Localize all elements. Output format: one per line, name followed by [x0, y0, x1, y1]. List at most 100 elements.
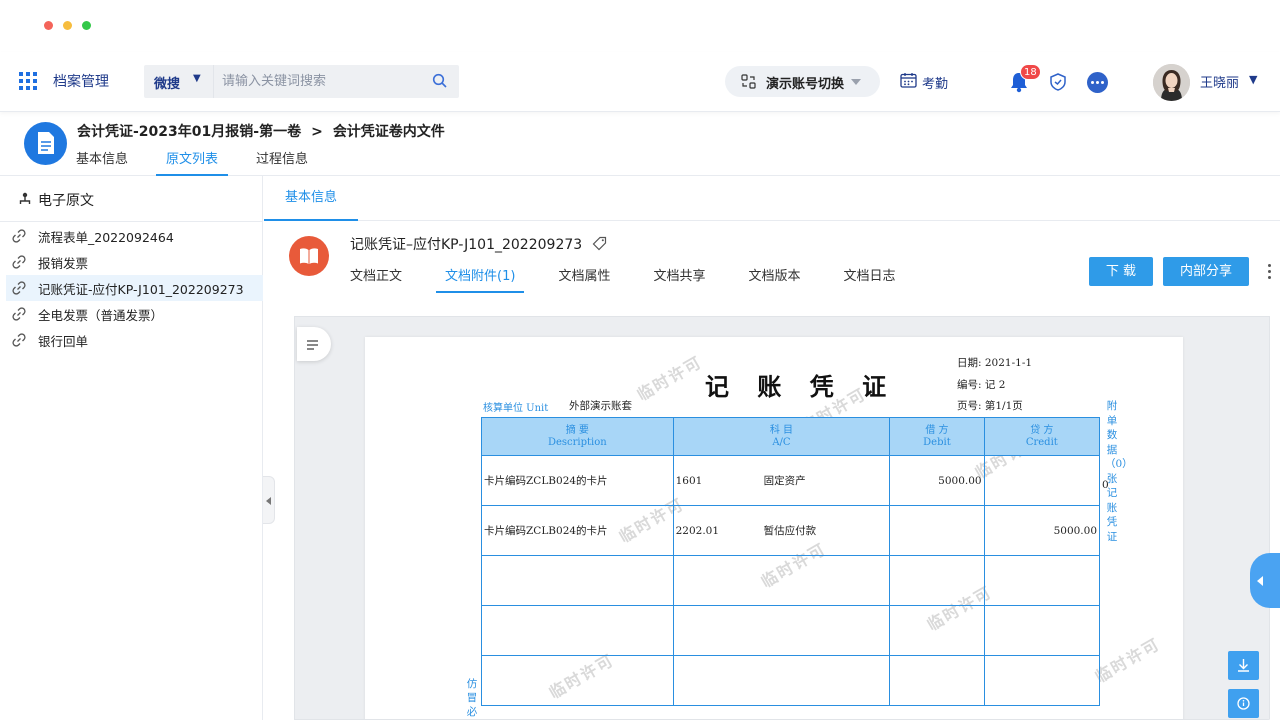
voucher-number: 编号: 记 2 — [957, 379, 1006, 391]
link-icon — [12, 333, 26, 347]
sidebar-title: 电子原文 — [18, 190, 94, 210]
anti-counterfeit-note: 仿冒必 — [466, 678, 478, 718]
watermark: 临时许可 — [1091, 634, 1164, 687]
link-icon — [12, 229, 26, 243]
tab-doc-versions[interactable]: 文档版本 — [748, 265, 800, 293]
user-avatar[interactable] — [1153, 64, 1190, 101]
sidebar-item-label: 流程表单_2022092464 — [38, 229, 174, 245]
app-name[interactable]: 档案管理 — [53, 71, 109, 91]
cell-debit — [889, 505, 985, 556]
viewer-info-icon[interactable] — [1228, 689, 1259, 718]
side-drawer-toggle[interactable] — [1250, 553, 1280, 608]
cell-description: 卡片编码ZCLB024的卡片 — [481, 455, 674, 506]
outline-toggle-icon[interactable] — [297, 327, 331, 361]
cell-debit — [889, 605, 985, 656]
tree-icon — [19, 192, 31, 204]
tab-doc-attachments[interactable]: 文档附件(1) — [435, 265, 525, 293]
cell-credit — [983, 655, 1101, 706]
attachment-count-note: 附单数据（0）张记账凭证 — [1105, 399, 1133, 544]
voucher-table-header: 摘 要 Description 科 目 A/C 借 方 Debit 贷 方 Credit — [481, 417, 1101, 456]
tab-process-info[interactable]: 过程信息 — [256, 148, 308, 176]
file-title: 记账凭证–应付KP-J101_202209273 — [350, 234, 607, 254]
header-tabs: 基本信息 原文列表 过程信息 — [76, 148, 346, 176]
link-icon — [12, 281, 26, 295]
tab-doc-log[interactable]: 文档日志 — [843, 265, 895, 293]
more-options-icon[interactable] — [1087, 72, 1108, 93]
table-row — [481, 655, 1101, 706]
switch-account-icon — [741, 74, 756, 89]
main-tabs: 基本信息 — [264, 176, 1280, 221]
search-type-select[interactable]: 微搜 — [154, 73, 180, 92]
shield-icon[interactable] — [1048, 72, 1068, 92]
user-name[interactable]: 王晓丽 — [1200, 72, 1239, 91]
search-icon[interactable] — [432, 73, 448, 89]
sidebar-item-label: 银行回单 — [38, 333, 89, 349]
voucher-date: 日期: 2021-1-1 — [957, 357, 1033, 369]
tab-main-basic-info[interactable]: 基本信息 — [264, 176, 358, 221]
notification-badge: 18 — [1020, 64, 1041, 80]
app-grid-icon[interactable] — [19, 72, 37, 90]
account-code: 1601 — [675, 475, 703, 487]
table-row — [481, 555, 1101, 606]
sidebar-item-reimbursement-invoice[interactable]: 报销发票 — [6, 249, 263, 275]
file-title-text: 记账凭证–应付KP-J101_202209273 — [350, 237, 583, 253]
tab-original-list[interactable]: 原文列表 — [156, 148, 229, 176]
account-switch-button[interactable]: 演示账号切换 — [725, 66, 880, 97]
breadcrumb-current: 会计凭证卷内文件 — [332, 124, 445, 140]
minimize-window-icon[interactable] — [63, 21, 72, 30]
more-vertical-icon[interactable] — [1268, 264, 1272, 280]
download-button[interactable]: 下 载 — [1089, 257, 1153, 286]
attachment-note-text: 附单数据（0）张记账凭证 — [1105, 400, 1133, 543]
sidebar-title-label: 电子原文 — [38, 193, 94, 209]
search-input[interactable] — [222, 71, 422, 92]
link-icon — [12, 255, 26, 269]
cell-account — [672, 605, 891, 656]
sidebar-item-e-invoice[interactable]: 全电发票（普通发票） — [6, 301, 263, 327]
breadcrumb-parent[interactable]: 会计凭证-2023年01月报销-第一卷 — [77, 124, 301, 140]
cell-debit — [889, 555, 985, 606]
voucher-unit-label: 核算单位 Unit — [483, 403, 549, 414]
chevron-down-icon[interactable]: ▼ — [1249, 73, 1257, 86]
sidebar-item-label: 报销发票 — [38, 255, 89, 271]
sidebar-item-voucher[interactable]: 记账凭证-应付KP-J101_202209273 — [6, 275, 263, 301]
document-viewer: 临时许可 临时许可 临时许可 临时许可 临时许可 临时许可 临时许可 临时许可 … — [294, 316, 1270, 720]
col-description: 摘 要 Description — [481, 417, 674, 456]
cell-account: 2202.01 暂估应付款 — [672, 505, 891, 556]
voucher-unit-value: 外部演示账套 — [569, 400, 632, 412]
cell-description — [481, 655, 674, 706]
voucher-page: 临时许可 临时许可 临时许可 临时许可 临时许可 临时许可 临时许可 临时许可 … — [365, 337, 1183, 719]
maximize-window-icon[interactable] — [82, 21, 91, 30]
chevron-down-icon[interactable]: ▼ — [193, 73, 201, 84]
cell-credit — [983, 605, 1101, 656]
sidebar-item-process-form[interactable]: 流程表单_2022092464 — [6, 223, 263, 249]
top-bar: 档案管理 微搜 ▼ 演示账号切换 — [0, 52, 1280, 112]
app-window: 档案管理 微搜 ▼ 演示账号切换 — [0, 0, 1280, 720]
cell-account — [672, 555, 891, 606]
tab-basic-info[interactable]: 基本信息 — [76, 148, 128, 176]
account-name: 固定资产 — [763, 475, 806, 487]
sidebar-list: 流程表单_2022092464 报销发票 记账凭证-应付KP-J101_2022… — [6, 223, 263, 353]
close-window-icon[interactable] — [44, 21, 53, 30]
account-code: 2202.01 — [675, 525, 720, 537]
table-row: 卡片编码ZCLB024的卡片 2202.01 暂估应付款 5000.00 — [481, 505, 1101, 556]
viewer-download-icon[interactable] — [1228, 651, 1259, 680]
internal-share-button[interactable]: 内部分享 — [1163, 257, 1249, 286]
sidebar-item-label: 记账凭证-应付KP-J101_202209273 — [38, 281, 244, 297]
calendar-icon — [900, 73, 917, 88]
voucher-page-number: 页号: 第1/1页 — [957, 400, 1023, 412]
tab-doc-sharing[interactable]: 文档共享 — [653, 265, 705, 293]
table-row — [481, 605, 1101, 656]
account-switch-label: 演示账号切换 — [766, 77, 845, 92]
tab-doc-body[interactable]: 文档正文 — [350, 265, 402, 293]
file-tabs: 文档正文 文档附件(1) 文档属性 文档共享 文档版本 文档日志 — [350, 265, 939, 293]
tab-doc-properties[interactable]: 文档属性 — [558, 265, 610, 293]
book-icon — [289, 236, 329, 276]
tag-icon[interactable] — [592, 236, 607, 251]
cell-account — [672, 655, 891, 706]
cell-credit: 5000.00 — [983, 505, 1101, 556]
account-name: 暂估应付款 — [763, 525, 817, 537]
sidebar-item-bank-receipt[interactable]: 银行回单 — [6, 327, 263, 353]
cell-debit — [889, 655, 985, 706]
cell-account: 1601 固定资产 — [672, 455, 891, 506]
attendance-label: 考勤 — [922, 77, 949, 92]
